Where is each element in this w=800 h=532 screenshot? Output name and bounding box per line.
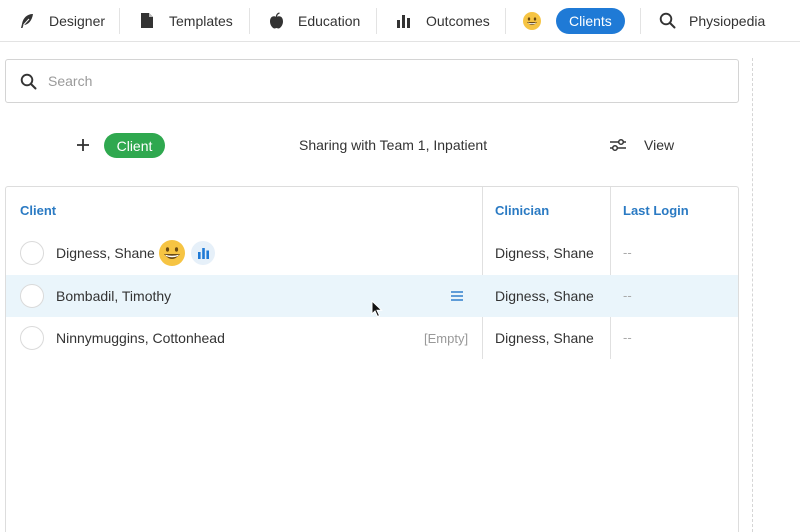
nav-outcomes[interactable]: Outcomes [394,0,490,41]
nav-divider [505,8,506,34]
add-icon[interactable] [72,134,94,156]
empty-tag: [Empty] [424,331,469,346]
hamburger-menu-icon[interactable] [450,289,464,303]
last-login: -- [623,245,632,260]
nav-divider [376,8,377,34]
search-icon [657,11,677,31]
avatar[interactable] [20,284,44,308]
sharing-status: Sharing with Team 1, Inpatient [299,137,488,153]
search-bar[interactable] [5,59,739,103]
avatar[interactable] [20,241,44,265]
nav-divider [119,8,120,34]
mouse-cursor-icon [371,299,383,318]
nav-label: Outcomes [426,12,490,29]
clients-table: Client Clinician Last Login Digness, Sha… [5,186,739,532]
nav-designer[interactable]: Designer [17,0,105,41]
client-name[interactable]: Digness, Shane [56,245,155,261]
view-label: View [644,137,675,153]
top-navigation: Designer Templates Education Outcomes Cl… [0,0,800,42]
nav-label: Physiopedia [689,12,766,29]
search-input[interactable] [48,73,698,89]
column-header-last-login[interactable]: Last Login [623,203,689,218]
nav-label: Clients [556,7,625,34]
last-login: -- [623,288,632,303]
sliders-icon [608,135,628,155]
bar-chart-icon [394,11,414,31]
document-icon [137,11,157,31]
nav-clients[interactable]: Clients [522,0,625,41]
nav-templates[interactable]: Templates [137,0,233,41]
smiley-emoji-icon [522,11,542,31]
table-row[interactable]: Digness, Shane Digness, Shane -- [6,232,738,274]
column-header-client[interactable]: Client [20,203,56,218]
add-client-button[interactable]: Client [104,133,165,158]
apple-icon [266,11,286,31]
view-button[interactable]: View [608,134,674,156]
nav-divider [249,8,250,34]
grinning-emoji-icon [158,239,186,267]
bar-chart-icon[interactable] [191,241,215,265]
last-login: -- [623,330,632,345]
client-name[interactable]: Bombadil, Timothy [56,288,171,304]
table-row[interactable]: Ninnymuggins, Cottonhead [Empty] Digness… [6,317,738,359]
client-name[interactable]: Ninnymuggins, Cottonhead [56,330,225,346]
nav-divider [640,8,641,34]
column-header-clinician[interactable]: Clinician [495,203,549,218]
nav-education[interactable]: Education [266,0,360,41]
clinician-name: Digness, Shane [495,245,594,261]
nav-label: Education [298,12,361,29]
feather-icon [17,11,37,31]
clinician-name: Digness, Shane [495,288,594,304]
clinician-name: Digness, Shane [495,330,594,346]
avatar[interactable] [20,326,44,350]
nav-label: Templates [169,12,233,29]
nav-label: Designer [49,12,106,29]
search-icon [18,71,38,91]
nav-physiopedia[interactable]: Physiopedia [657,0,765,41]
layout-guide [752,58,753,532]
